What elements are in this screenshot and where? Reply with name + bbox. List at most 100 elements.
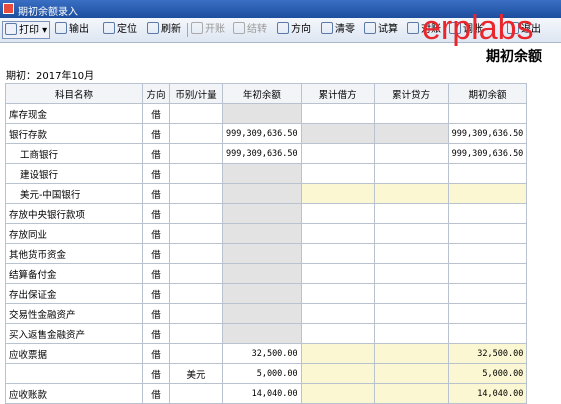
debit-cell[interactable] (300, 263, 375, 284)
subject-cell[interactable]: 其他货币资金 (5, 243, 143, 264)
subject-cell[interactable]: 存出保证金 (5, 283, 143, 304)
locate-button[interactable]: 定位 (103, 21, 137, 39)
year-start-cell[interactable] (222, 163, 302, 184)
direction-cell[interactable]: 借 (142, 223, 170, 244)
debit-cell[interactable] (300, 183, 375, 204)
debit-cell[interactable] (300, 283, 375, 304)
currency-cell[interactable] (169, 143, 223, 164)
subject-cell[interactable]: 存放中央银行款项 (5, 203, 143, 224)
year-start-cell[interactable] (222, 323, 302, 344)
opening-cell[interactable] (447, 163, 528, 184)
year-start-cell[interactable] (222, 283, 302, 304)
opening-cell[interactable] (447, 283, 528, 304)
credit-cell[interactable] (373, 123, 449, 144)
debit-cell[interactable] (300, 223, 375, 244)
direction-cell[interactable]: 借 (142, 243, 170, 264)
direction-cell[interactable]: 借 (142, 303, 170, 324)
year-start-cell[interactable] (222, 303, 302, 324)
credit-cell[interactable] (373, 283, 449, 304)
refresh-button[interactable]: 刷新 (147, 21, 181, 39)
credit-cell[interactable] (373, 303, 449, 324)
direction-cell[interactable]: 借 (142, 163, 170, 184)
open-account-button[interactable]: 开账 (191, 21, 225, 39)
subject-cell[interactable]: 应收票据 (5, 343, 143, 364)
transfer-button[interactable]: 结转 (233, 21, 267, 39)
subject-cell[interactable]: 美元-中国银行 (5, 183, 143, 204)
subject-cell[interactable] (5, 363, 143, 384)
currency-cell[interactable] (169, 283, 223, 304)
currency-cell[interactable] (169, 243, 223, 264)
year-start-cell[interactable] (222, 263, 302, 284)
year-start-cell[interactable]: 14,040.00 (222, 383, 302, 404)
opening-cell[interactable] (447, 323, 528, 344)
year-start-cell[interactable] (222, 183, 302, 204)
direction-cell[interactable]: 借 (142, 103, 170, 124)
direction-cell[interactable]: 借 (142, 203, 170, 224)
debit-cell[interactable] (300, 303, 375, 324)
credit-cell[interactable] (373, 203, 449, 224)
print-button[interactable]: 打印 ▾ (2, 21, 51, 39)
currency-cell[interactable] (169, 383, 223, 404)
credit-cell[interactable] (373, 323, 449, 344)
year-start-cell[interactable]: 999,309,636.50 (222, 123, 302, 144)
opening-cell[interactable] (447, 183, 528, 204)
currency-cell[interactable]: 美元 (169, 363, 223, 384)
currency-cell[interactable] (169, 123, 223, 144)
opening-cell[interactable]: 32,500.00 (447, 343, 528, 364)
debit-cell[interactable] (300, 143, 375, 164)
currency-cell[interactable] (169, 163, 223, 184)
opening-cell[interactable] (447, 303, 528, 324)
currency-cell[interactable] (169, 183, 223, 204)
subject-cell[interactable]: 交易性金融资产 (5, 303, 143, 324)
currency-cell[interactable] (169, 263, 223, 284)
subject-cell[interactable]: 银行存款 (5, 123, 143, 144)
credit-cell[interactable] (373, 223, 449, 244)
direction-cell[interactable]: 借 (142, 183, 170, 204)
debit-cell[interactable] (300, 383, 375, 404)
direction-cell[interactable]: 借 (142, 283, 170, 304)
trial-balance-button[interactable]: 试算 (364, 21, 398, 39)
currency-cell[interactable] (169, 223, 223, 244)
debit-cell[interactable] (300, 363, 375, 384)
credit-cell[interactable] (373, 143, 449, 164)
currency-cell[interactable] (169, 103, 223, 124)
year-start-cell[interactable]: 5,000.00 (222, 363, 302, 384)
opening-cell[interactable] (447, 243, 528, 264)
year-start-cell[interactable]: 32,500.00 (222, 343, 302, 364)
credit-cell[interactable] (373, 183, 449, 204)
subject-cell[interactable]: 买入返售金融资产 (5, 323, 143, 344)
credit-cell[interactable] (373, 363, 449, 384)
debit-cell[interactable] (300, 103, 375, 124)
year-start-cell[interactable] (222, 243, 302, 264)
credit-cell[interactable] (373, 343, 449, 364)
opening-cell[interactable]: 5,000.00 (447, 363, 528, 384)
credit-cell[interactable] (373, 383, 449, 404)
credit-cell[interactable] (373, 243, 449, 264)
debit-cell[interactable] (300, 123, 375, 144)
subject-cell[interactable]: 建设银行 (5, 163, 143, 184)
opening-cell[interactable]: 14,040.00 (447, 383, 528, 404)
subject-cell[interactable]: 结算备付金 (5, 263, 143, 284)
opening-cell[interactable]: 999,309,636.50 (447, 123, 528, 144)
credit-cell[interactable] (373, 263, 449, 284)
direction-cell[interactable]: 借 (142, 343, 170, 364)
opening-cell[interactable] (447, 203, 528, 224)
debit-cell[interactable] (300, 243, 375, 264)
credit-cell[interactable] (373, 163, 449, 184)
currency-cell[interactable] (169, 343, 223, 364)
debit-cell[interactable] (300, 343, 375, 364)
opening-cell[interactable] (447, 103, 528, 124)
year-start-cell[interactable] (222, 103, 302, 124)
subject-cell[interactable]: 应收账款 (5, 383, 143, 404)
debit-cell[interactable] (300, 323, 375, 344)
opening-cell[interactable]: 999,309,636.50 (447, 143, 528, 164)
year-start-cell[interactable] (222, 223, 302, 244)
direction-button[interactable]: 方向 (277, 21, 311, 39)
direction-cell[interactable]: 借 (142, 263, 170, 284)
opening-cell[interactable] (447, 223, 528, 244)
subject-cell[interactable]: 存放同业 (5, 223, 143, 244)
subject-cell[interactable]: 工商银行 (5, 143, 143, 164)
clear-button[interactable]: 清零 (321, 21, 355, 39)
opening-cell[interactable] (447, 263, 528, 284)
direction-cell[interactable]: 借 (142, 383, 170, 404)
